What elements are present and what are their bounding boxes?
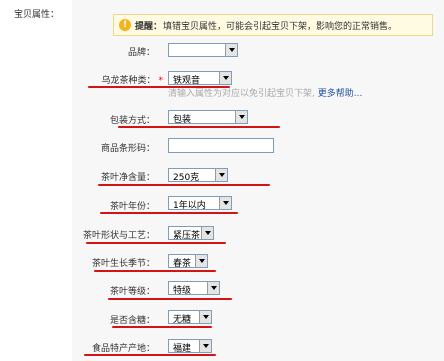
chevron-down-icon xyxy=(199,311,211,323)
help-link[interactable]: 更多帮助... xyxy=(318,89,363,99)
shape-craft-select[interactable]: 紧压茶 xyxy=(168,226,214,241)
grade-label: 茶叶等级： xyxy=(109,287,155,297)
chevron-down-icon xyxy=(199,340,211,352)
help-hint: 清输入属性为对应以免引起宝贝下架, 更多帮助... xyxy=(168,86,362,99)
net-weight-select[interactable]: 250克 xyxy=(168,168,228,183)
warning-tip: ! 提醒： 填错宝贝属性，可能会引起宝贝下架，影响您的正常销售。 xyxy=(113,14,433,36)
net-weight-value: 250克 xyxy=(173,173,200,183)
tea-year-label: 茶叶年份： xyxy=(109,202,155,212)
chevron-down-icon xyxy=(215,169,227,181)
annotation-underline xyxy=(118,126,280,128)
tea-year-select[interactable]: 1年以内 xyxy=(168,196,232,211)
chevron-down-icon xyxy=(219,72,231,84)
chevron-down-icon xyxy=(225,44,237,56)
oolong-type-label: 乌龙茶种类： * xyxy=(101,76,163,86)
annotation-underline xyxy=(108,298,232,300)
chevron-down-icon xyxy=(235,111,247,123)
chevron-down-icon xyxy=(219,197,231,209)
oolong-type-value: 铁观音 xyxy=(173,76,201,86)
barcode-input[interactable] xyxy=(168,138,274,153)
packaging-label: 包装方式： xyxy=(109,116,155,126)
tip-text: 填错宝贝属性，可能会引起宝贝下架，影响您的正常销售。 xyxy=(163,22,398,32)
oolong-type-select[interactable]: 铁观音 xyxy=(168,71,232,86)
season-select[interactable]: 春茶 xyxy=(168,254,208,269)
packaging-select[interactable]: 包装 xyxy=(168,110,248,125)
annotation-underline xyxy=(84,354,216,356)
tea-year-value: 1年以内 xyxy=(173,201,206,211)
chevron-down-icon xyxy=(201,227,213,239)
lightbulb-icon: ! xyxy=(119,19,131,31)
grade-select[interactable]: 特级 xyxy=(168,281,220,296)
tip-title: 提醒： xyxy=(135,22,163,32)
annotation-underline xyxy=(86,242,226,244)
origin-select[interactable]: 福建 xyxy=(168,339,212,354)
origin-value: 福建 xyxy=(173,344,192,354)
shape-craft-value: 紧压茶 xyxy=(173,231,201,241)
chevron-down-icon xyxy=(195,255,207,267)
sugar-label: 是否含糖： xyxy=(109,316,155,326)
section-label: 宝贝属性： xyxy=(14,10,60,20)
annotation-underline xyxy=(112,326,212,328)
brand-select[interactable] xyxy=(168,43,238,57)
annotation-underline xyxy=(94,270,216,272)
hint-text: 清输入属性为对应以免引起宝贝下架, xyxy=(168,89,315,99)
packaging-value: 包装 xyxy=(173,115,192,125)
season-label: 茶叶生长季节： xyxy=(91,259,155,269)
sugar-select[interactable]: 无糖 xyxy=(168,310,212,325)
annotation-underline xyxy=(98,184,270,186)
net-weight-label: 茶叶净含量： xyxy=(100,173,155,183)
chevron-down-icon xyxy=(207,282,219,294)
brand-label: 品牌： xyxy=(127,48,155,58)
grade-value: 特级 xyxy=(173,286,192,296)
sugar-value: 无糖 xyxy=(173,315,192,325)
barcode-label: 商品条形码： xyxy=(100,144,155,154)
origin-label: 食品特产产地： xyxy=(91,344,155,354)
season-value: 春茶 xyxy=(173,259,192,269)
annotation-underline xyxy=(100,212,238,214)
shape-craft-label: 茶叶形状与工艺： xyxy=(82,231,155,241)
